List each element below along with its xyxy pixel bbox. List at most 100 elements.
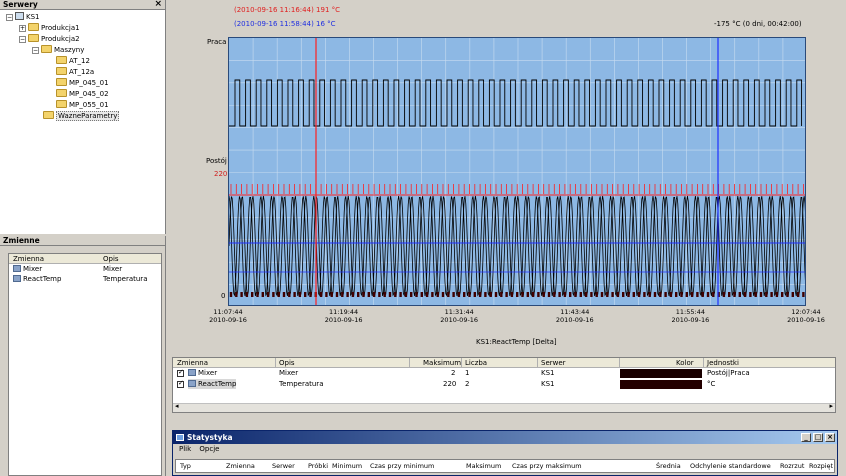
tree-expander-icon[interactable]: − [32,47,39,54]
tree-expander-icon[interactable]: − [19,36,26,43]
trough-marker [335,292,339,297]
tree-node[interactable]: AT_12a [45,67,94,78]
column-header[interactable]: Minimum [332,462,362,470]
menu-opcje[interactable]: Opcje [199,445,219,453]
tree-node[interactable]: − KS1 [6,12,40,23]
column-header-opis[interactable]: Opis [103,254,119,264]
tree-node[interactable]: + Produkcja1 [19,23,80,34]
series-max: 220 [443,380,457,388]
column-header[interactable]: Czas przy maksimum [512,462,582,470]
trough-marker [738,292,741,297]
tree-node[interactable]: − Produkcja2 [19,34,80,45]
column-header[interactable]: Średnia [656,462,681,470]
trough-marker [722,292,726,297]
trend-chart-area: (2010-09-16 11:16:44) 191 °C (2010-09-16… [170,0,846,354]
close-button[interactable]: × [825,433,835,442]
column-header[interactable]: Serwer [272,462,295,470]
trough-marker [410,292,413,297]
trough-marker [277,292,280,297]
variables-list: Zmienna Opis Mixer Mixer ReactTemp Tempe… [8,253,162,476]
trough-marker [282,292,286,297]
series-server: KS1 [541,369,555,377]
tree-node-label: MP_045_01 [69,79,109,87]
scroll-right-icon[interactable]: ▸ [829,402,833,410]
column-header[interactable]: Maksimum [423,358,461,368]
series-unit: °C [707,380,716,388]
series-visible-checkbox[interactable] [177,379,184,388]
tree-node[interactable]: MP_045_02 [45,89,109,100]
trough-marker [341,292,344,297]
column-header[interactable]: Maksimum [466,462,501,470]
tree-expander-icon[interactable]: + [19,25,26,32]
variables-panel: Zmienne Zmienna Opis Mixer Mixer ReactTe… [0,236,166,476]
column-header[interactable]: Jednostki [707,358,739,368]
column-header[interactable]: Typ [180,462,191,470]
plot-area[interactable] [228,37,806,306]
trough-marker [796,292,800,297]
column-header[interactable]: Odchylenie standardowe [690,462,771,470]
maximize-button[interactable]: □ [813,433,823,442]
trough-marker [383,292,386,297]
tree-expander-icon[interactable]: − [6,14,13,21]
trough-marker [261,292,264,297]
trough-marker [606,292,609,297]
column-header[interactable]: Zmienna [177,358,208,368]
x-tick-date: 2010-09-16 [440,316,479,324]
series-color-swatch[interactable] [620,369,702,378]
tree-node[interactable]: WazneParametry [32,111,120,122]
variable-row[interactable]: ReactTemp Temperatura [9,274,161,284]
trough-marker [786,292,789,297]
minimize-button[interactable]: _ [801,433,811,442]
trough-marker [478,292,482,297]
blue-cursor-readout: (2010-09-16 11:58:44) 16 °C [234,20,336,28]
x-tick-time: 11:55:44 [675,308,705,316]
trough-marker [288,292,291,297]
trough-marker [659,292,662,297]
column-header[interactable]: Rozrzut [780,462,804,470]
variables-panel-title: Zmienne [3,236,40,245]
column-header[interactable]: Opis [279,358,295,368]
horizontal-scrollbar[interactable]: ◂ ▸ [173,402,835,412]
series-row[interactable]: ReactTemp Temperatura 220 2 KS1 °C [173,379,835,390]
trough-marker [680,292,683,297]
trough-marker [463,292,466,297]
column-header[interactable]: Próbki [308,462,328,470]
menu-plik[interactable]: Plik [179,445,191,453]
trough-marker [590,292,593,297]
trough-marker [494,292,498,297]
scroll-left-icon[interactable]: ◂ [175,402,179,410]
column-header[interactable]: Zmienna [226,462,255,470]
series-visible-checkbox[interactable] [177,368,184,377]
variable-row[interactable]: Mixer Mixer [9,264,161,274]
trough-marker [759,292,763,297]
column-header[interactable]: Kolor [676,358,694,368]
column-header[interactable]: Liczba [465,358,487,368]
tree-node[interactable]: MP_045_01 [45,78,109,89]
column-header[interactable]: Serwer [541,358,566,368]
series-color-swatch[interactable] [620,380,702,389]
close-icon[interactable]: × [154,0,162,9]
tree-node-label: WazneParametry [56,111,120,121]
trough-marker [595,292,598,297]
statistics-window-titlebar[interactable]: Statystyka _ □ × [173,431,837,444]
trough-marker [728,292,731,297]
trough-marker [632,292,635,297]
column-header[interactable]: Czas przy minimum [370,462,434,470]
trough-marker [696,292,699,297]
column-header-zmienna[interactable]: Zmienna [13,254,44,264]
column-header[interactable]: Rozpięt [809,462,833,470]
plot-svg [229,38,805,305]
tree-node-label: AT_12a [69,68,95,76]
trough-marker [516,292,519,297]
trough-marker [298,292,302,297]
tree-node[interactable]: − Maszyny [32,45,84,56]
variables-panel-header: Zmienne [0,236,165,246]
tree-node-label: Maszyny [54,46,85,54]
tree-node[interactable]: MP_055_01 [45,100,109,111]
server-icon [15,12,24,20]
trough-marker [531,292,535,297]
tree-node[interactable]: AT_12 [45,56,90,67]
trough-marker [685,292,688,297]
trough-marker [521,292,524,297]
series-row[interactable]: Mixer Mixer 2 1 KS1 Postój|Praca [173,368,835,379]
